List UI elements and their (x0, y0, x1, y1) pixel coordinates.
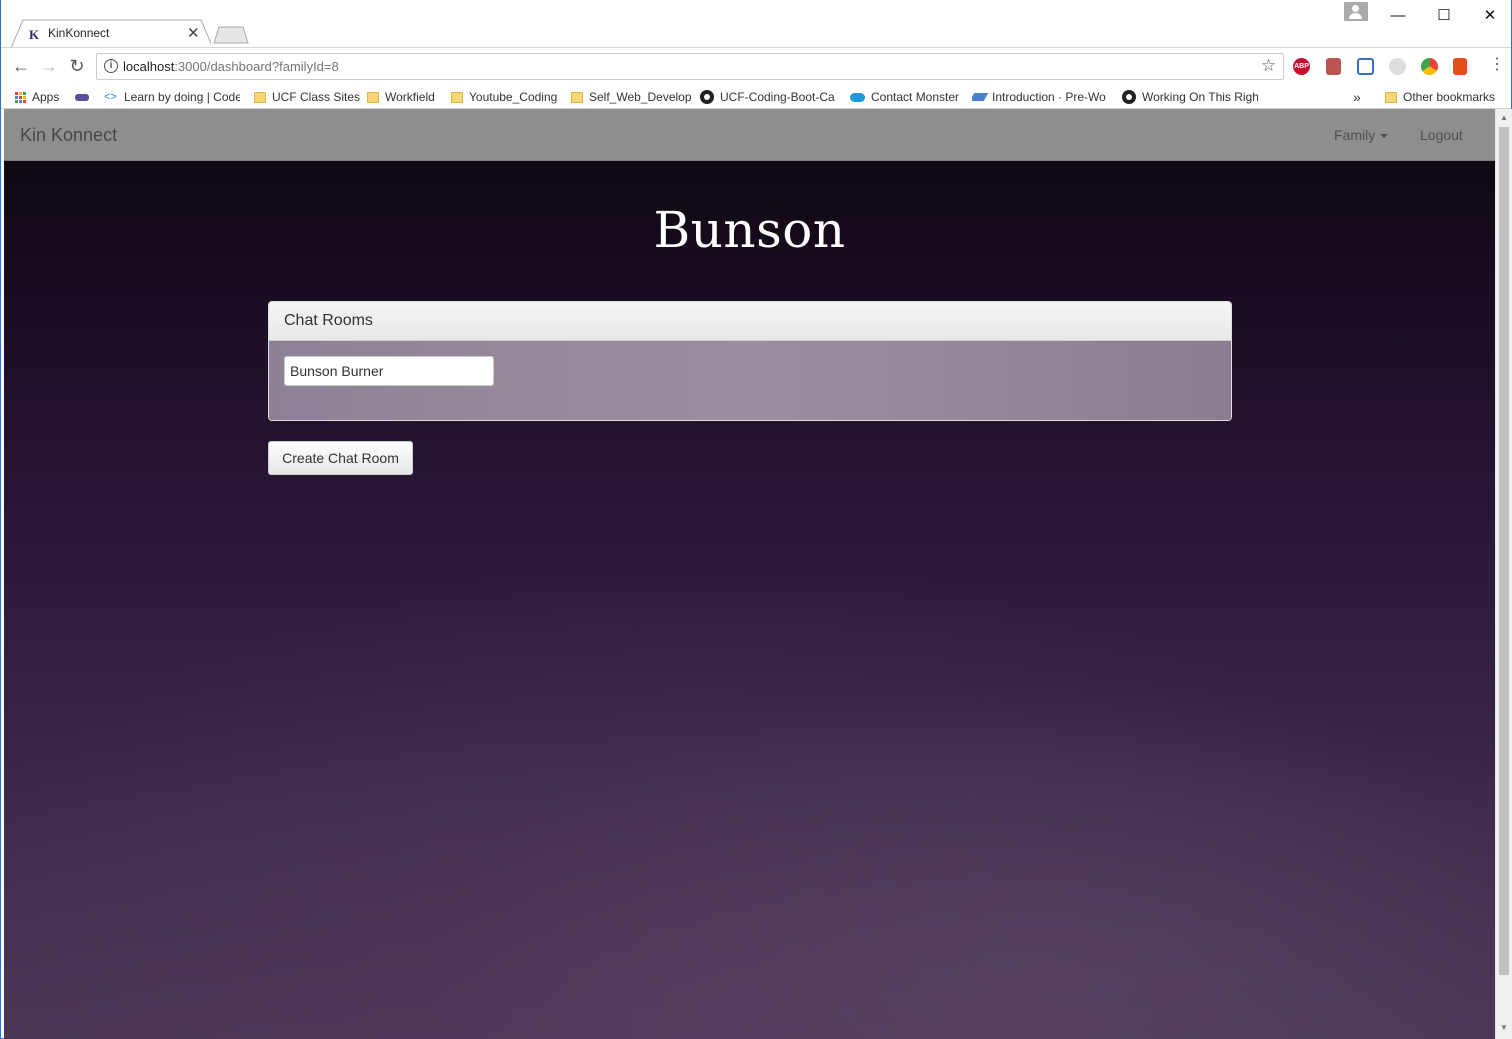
create-chat-room-button[interactable]: Create Chat Room (268, 441, 413, 475)
folder-icon (451, 91, 463, 103)
panel-body: Bunson Burner (269, 341, 1231, 420)
folder-icon (571, 91, 583, 103)
bookmark-working-on-this[interactable]: Working On This Righ (1122, 88, 1258, 106)
github-icon (1122, 90, 1136, 104)
scroll-down-icon[interactable]: ▼ (1500, 1023, 1508, 1032)
github-icon (700, 90, 714, 104)
maximize-button[interactable]: ☐ (1421, 4, 1467, 26)
reload-icon[interactable]: ↻ (67, 56, 87, 76)
bookmark-extension[interactable] (75, 88, 95, 106)
scrollbar-thumb[interactable] (1499, 127, 1509, 975)
bookmarks-bar: Apps <> Learn by doing | Code UCF Class … (1, 85, 1511, 109)
family-dropdown-label: Family (1334, 127, 1376, 143)
url-text: localhost:3000/dashboard?familyId=8 (123, 59, 339, 74)
new-tab-button[interactable] (213, 26, 249, 44)
brand-link[interactable]: Kin Konnect (20, 125, 117, 146)
bookmark-learn-by-doing[interactable]: <> Learn by doing | Code (104, 88, 240, 106)
chat-rooms-panel: Chat Rooms Bunson Burner (268, 301, 1232, 421)
adblock-icon[interactable]: ABP (1293, 58, 1310, 75)
bookmark-other-bookmarks[interactable]: Other bookmarks (1385, 88, 1495, 106)
pdf-extension-icon[interactable] (1326, 58, 1341, 75)
browser-window: K KinKonnect ✕ — ☐ ✕ ← → ↻ i localhost:3… (0, 0, 1512, 1039)
bookmark-ucf-coding-boot-camp[interactable]: UCF-Coding-Boot-Ca (700, 88, 838, 106)
vertical-scrollbar[interactable]: ▲ ▼ (1495, 109, 1512, 1039)
bookmark-self-web-develop[interactable]: Self_Web_Develop (571, 88, 692, 106)
forward-arrow-icon[interactable]: → (39, 56, 59, 76)
bookmark-contact-monster[interactable]: Contact Monster (850, 88, 959, 106)
tab-title: KinKonnect (48, 26, 110, 40)
address-bar[interactable]: i localhost:3000/dashboard?familyId=8 ☆ (96, 53, 1284, 80)
bookmark-introduction-pre-work[interactable]: Introduction · Pre-Wo (972, 88, 1108, 106)
bookmark-youtube-coding[interactable]: Youtube_Coding (451, 88, 557, 106)
code-icon: <> (104, 91, 117, 103)
browser-toolbar: ← → ↻ i localhost:3000/dashboard?familyI… (1, 47, 1511, 85)
info-icon[interactable]: i (104, 59, 118, 73)
bookmark-star-icon[interactable]: ☆ (1261, 56, 1276, 76)
page-title: Bunson (653, 201, 846, 259)
close-tab-icon[interactable]: ✕ (187, 24, 200, 42)
panel-heading: Chat Rooms (269, 302, 1231, 341)
minimize-button[interactable]: — (1375, 4, 1421, 26)
apps-icon (15, 91, 26, 103)
bookmark-workfield[interactable]: Workfield (367, 88, 435, 106)
app-navbar: Kin Konnect Family Logout (4, 109, 1495, 161)
extension-icon (75, 93, 89, 101)
favicon-icon: K (29, 27, 40, 42)
chat-room-item[interactable]: Bunson Burner (284, 356, 494, 386)
browser-tab-active[interactable]: K KinKonnect ✕ (11, 19, 211, 48)
folder-icon (367, 91, 379, 103)
layers-icon (972, 93, 989, 101)
title-bar: K KinKonnect ✕ — ☐ ✕ (1, 0, 1512, 48)
scroll-up-icon[interactable]: ▲ (1500, 113, 1508, 122)
bookmark-ucf-class-sites[interactable]: UCF Class Sites (254, 88, 360, 106)
screen-capture-icon[interactable] (1357, 58, 1374, 75)
back-arrow-icon[interactable]: ← (11, 56, 31, 76)
bookmarks-overflow-button[interactable]: » (1353, 88, 1361, 106)
folder-icon (1385, 91, 1397, 103)
page-viewport: Kin Konnect Family Logout Bunson Chat Ro… (4, 109, 1495, 1039)
browser-menu-icon[interactable]: ⋮ (1489, 55, 1505, 75)
chrome-extension-icon[interactable] (1421, 58, 1438, 75)
folder-icon (254, 91, 266, 103)
extension-icon[interactable] (1389, 58, 1406, 75)
caret-down-icon (1380, 134, 1389, 139)
logout-link[interactable]: Logout (1420, 127, 1463, 143)
cloud-icon (850, 92, 865, 102)
office-icon[interactable] (1453, 58, 1467, 75)
profile-icon[interactable] (1344, 2, 1368, 21)
close-window-button[interactable]: ✕ (1467, 4, 1512, 26)
bookmark-apps[interactable]: Apps (15, 88, 59, 106)
family-dropdown[interactable]: Family (1334, 127, 1389, 143)
